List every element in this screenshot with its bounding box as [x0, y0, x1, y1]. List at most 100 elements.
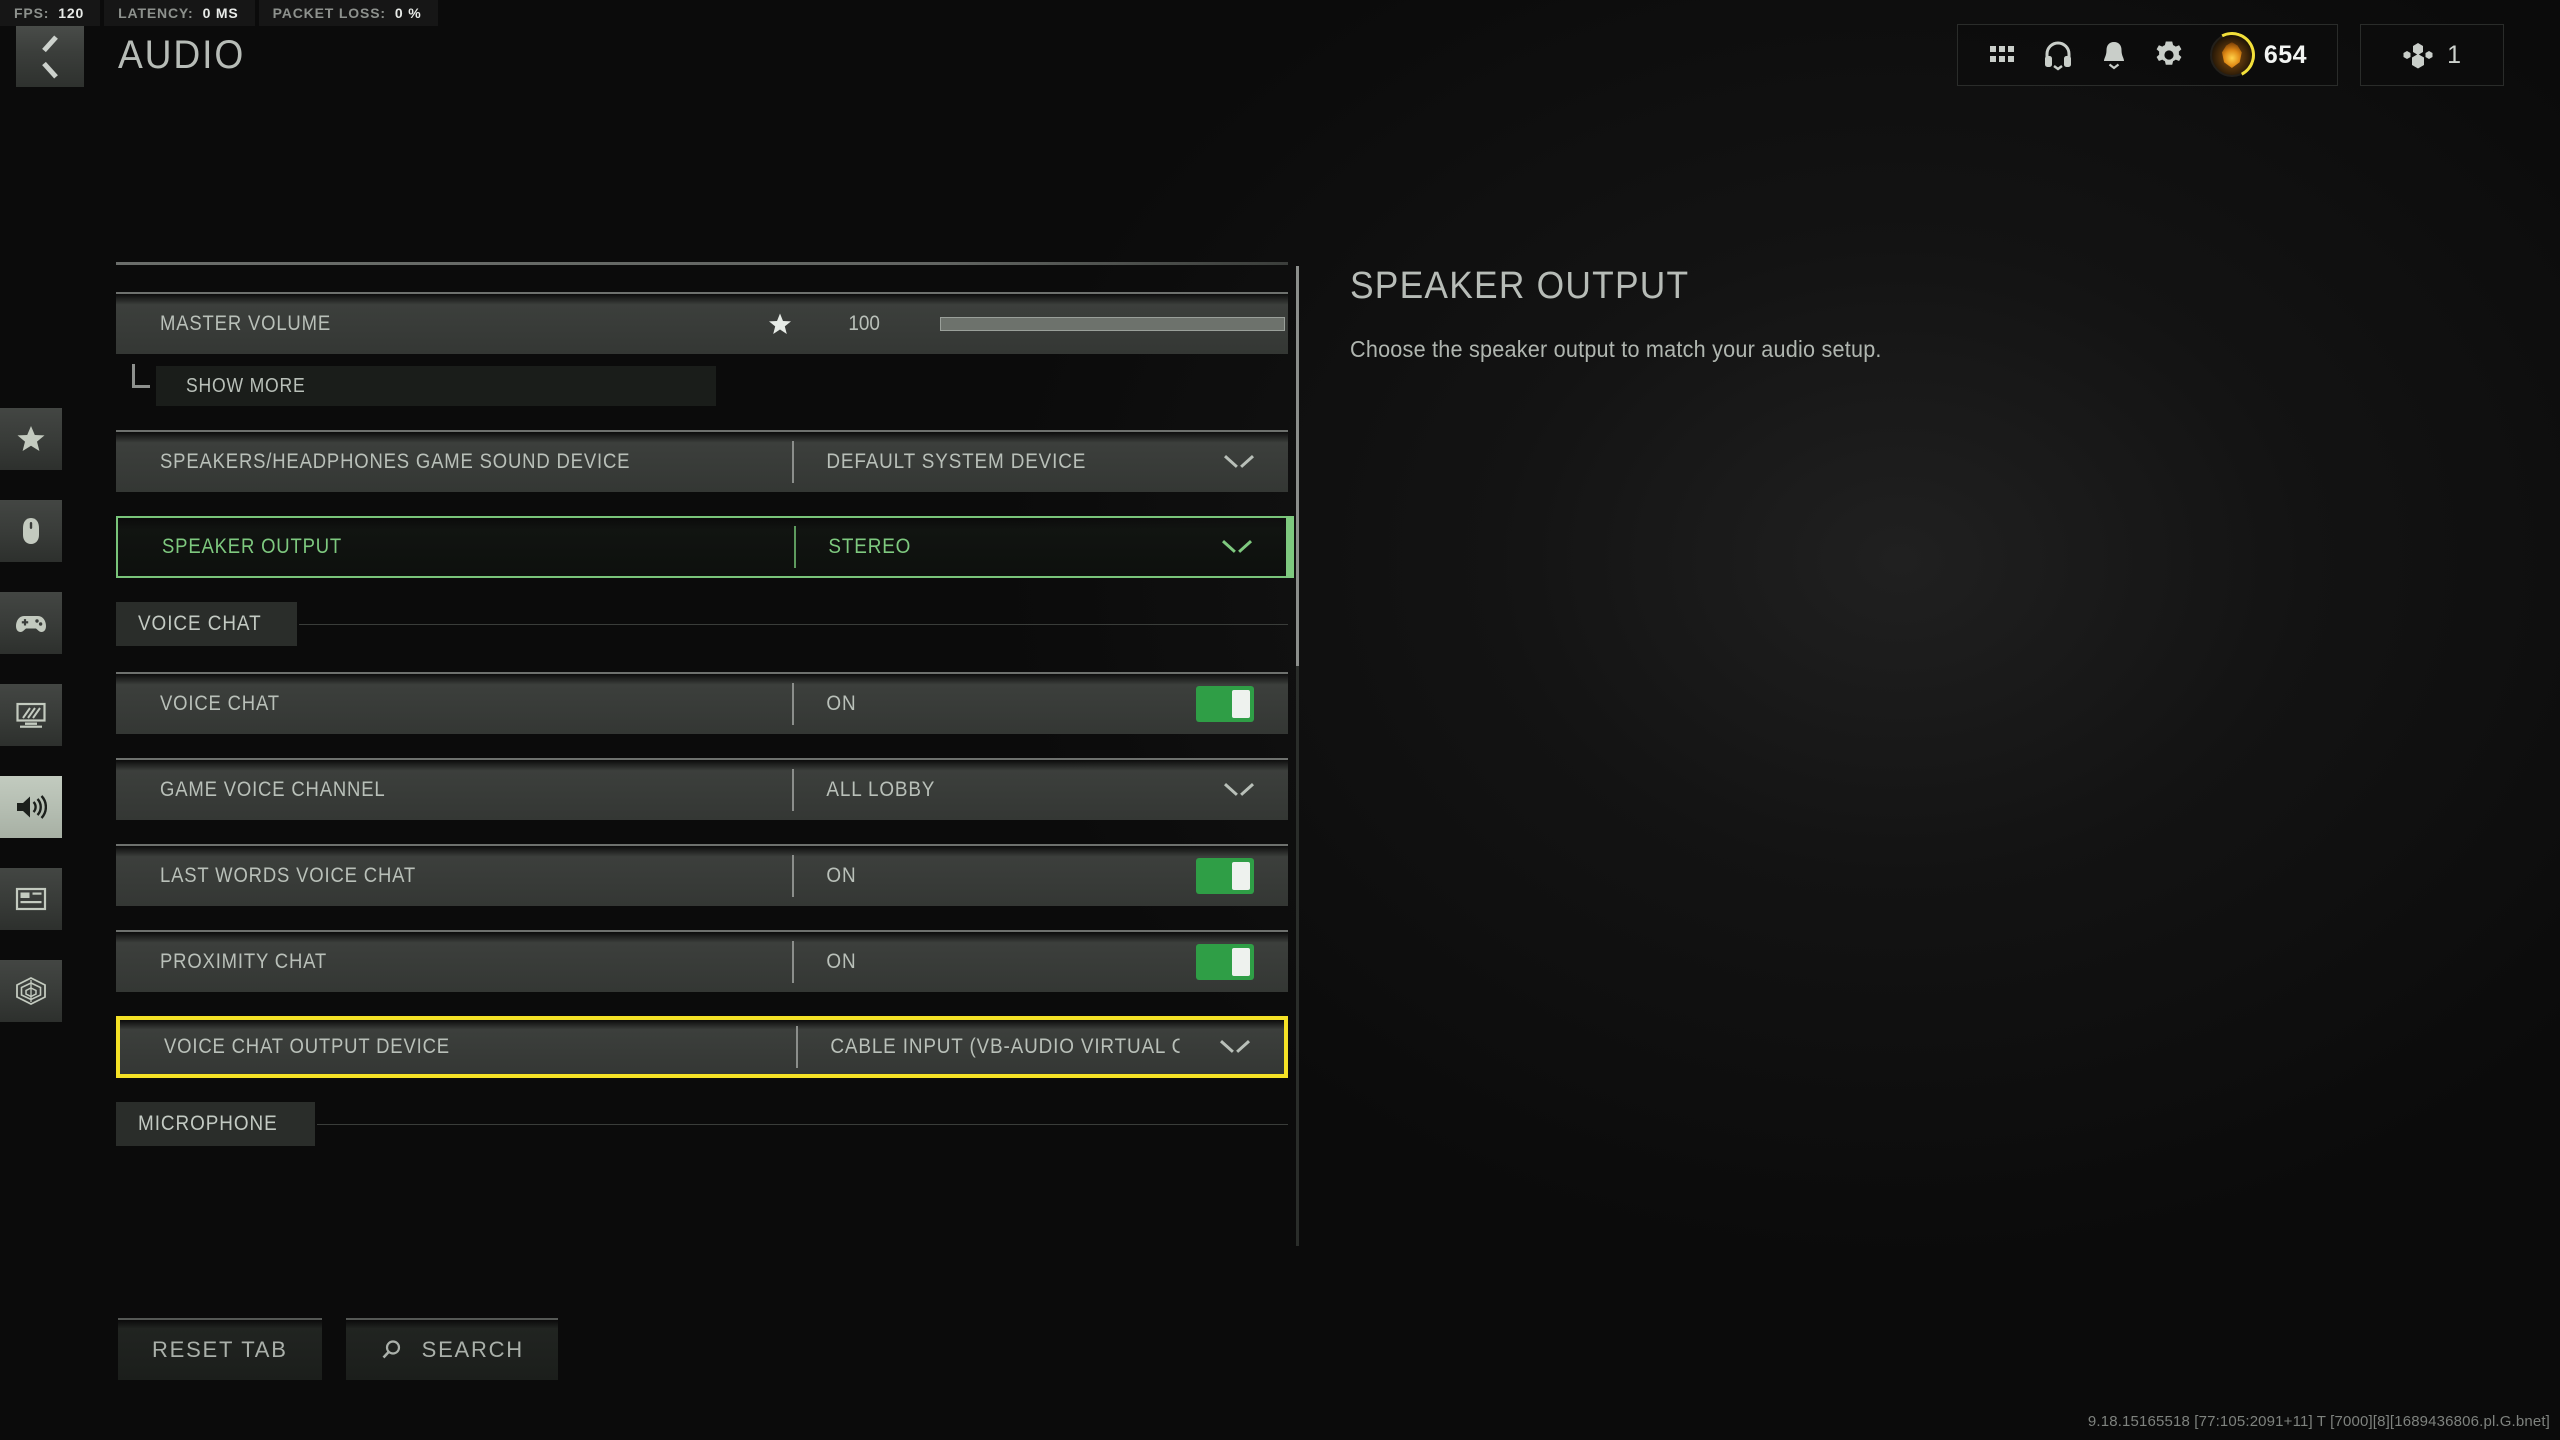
- tree-elbow-connector: [132, 364, 150, 388]
- monitor-icon: [16, 702, 46, 728]
- slider-track[interactable]: [940, 317, 1285, 331]
- page-title: AUDIO: [118, 32, 246, 77]
- chevron-down-icon[interactable]: [1226, 455, 1252, 470]
- reset-tab-label: RESET TAB: [152, 1337, 288, 1362]
- perf-value-packet-loss: 0 %: [394, 5, 422, 21]
- sidebar-item-accessibility[interactable]: [0, 960, 62, 1022]
- grid-icon[interactable]: [1988, 41, 2016, 69]
- setting-label: GAME VOICE CHANNEL: [160, 778, 386, 801]
- mouse-icon: [23, 518, 39, 544]
- header-right-cluster: 654 1: [1956, 24, 2504, 86]
- chevron-down-icon[interactable]: [1222, 1040, 1248, 1055]
- setting-row-master-volume[interactable]: MASTER VOLUME 100: [116, 292, 1288, 354]
- setting-value: ON: [794, 864, 1156, 888]
- section-header-voice-chat: VOICE CHAT: [116, 602, 1288, 646]
- setting-label: SPEAKERS/HEADPHONES GAME SOUND DEVICE: [160, 450, 631, 473]
- perf-label-fps: FPS:: [14, 5, 50, 21]
- setting-value-text: STEREO: [828, 535, 912, 558]
- rank-level-value: 654: [2263, 40, 2308, 69]
- chevron-down-icon[interactable]: [1226, 783, 1252, 798]
- show-more-button[interactable]: SHOW MORE: [156, 366, 716, 406]
- speaker-icon: [17, 795, 47, 819]
- headphones-icon[interactable]: [2042, 39, 2074, 71]
- setting-label: LAST WORDS VOICE CHAT: [160, 864, 417, 887]
- slider-fill: [941, 318, 1284, 330]
- chevron-down-icon[interactable]: [1224, 540, 1250, 555]
- bell-icon[interactable]: [2100, 40, 2128, 70]
- master-volume-slider[interactable]: [940, 317, 1301, 331]
- radar-icon: [16, 976, 46, 1006]
- detail-description: Choose the speaker output to match your …: [1350, 336, 1882, 362]
- search-label: SEARCH: [421, 1337, 524, 1362]
- sidebar-item-audio[interactable]: [0, 776, 62, 838]
- setting-row-speaker-output[interactable]: SPEAKER OUTPUT STEREO: [116, 516, 1294, 578]
- setting-label: MASTER VOLUME: [160, 312, 331, 335]
- favorite-star-icon[interactable]: [768, 312, 792, 336]
- back-button[interactable]: [16, 23, 84, 87]
- setting-row-voice-chat-output-device[interactable]: VOICE CHAT OUTPUT DEVICE CABLE INPUT (VB…: [116, 1016, 1288, 1078]
- section-header-microphone: MICROPHONE: [116, 1102, 1288, 1146]
- reset-tab-button[interactable]: RESET TAB: [118, 1318, 322, 1380]
- category-sidebar: [0, 408, 62, 1022]
- setting-label: PROXIMITY CHAT: [160, 950, 328, 973]
- section-label: MICROPHONE: [138, 1112, 278, 1135]
- setting-value-text: ON: [826, 864, 857, 887]
- detail-panel: SPEAKER OUTPUT Choose the speaker output…: [1350, 265, 2250, 363]
- show-more-row: SHOW MORE: [116, 364, 1288, 406]
- sidebar-item-interface[interactable]: [0, 868, 62, 930]
- star-icon: [17, 426, 45, 451]
- toggle-switch[interactable]: [1196, 944, 1254, 980]
- setting-row-game-sound-device[interactable]: SPEAKERS/HEADPHONES GAME SOUND DEVICE DE…: [116, 430, 1288, 492]
- rank-glyph: [2221, 42, 2242, 68]
- sidebar-item-controller[interactable]: [0, 592, 62, 654]
- detail-title: SPEAKER OUTPUT: [1350, 265, 1690, 307]
- sidebar-item-graphics[interactable]: [0, 684, 62, 746]
- settings-scrollbar-thumb[interactable]: [1296, 266, 1299, 666]
- toggle-knob: [1232, 690, 1250, 718]
- audio-settings-screen: FPS: 120 LATENCY: 0 MS PACKET LOSS: 0 % …: [0, 0, 2560, 1440]
- setting-row-game-voice-channel[interactable]: GAME VOICE CHANNEL ALL LOBBY: [116, 758, 1288, 820]
- setting-value-text: ON: [826, 692, 857, 715]
- setting-value: STEREO: [796, 535, 1181, 559]
- section-chip: VOICE CHAT: [116, 602, 298, 646]
- toggle-switch[interactable]: [1196, 858, 1254, 894]
- setting-label: VOICE CHAT: [160, 692, 280, 715]
- settings-scrollbar-track[interactable]: [1296, 266, 1299, 1246]
- section-label: VOICE CHAT: [138, 612, 262, 635]
- setting-value: ALL LOBBY: [794, 778, 1183, 802]
- perf-value-fps: 120: [58, 5, 85, 21]
- toggle-knob: [1232, 948, 1250, 976]
- settings-list: MASTER VOLUME 100 SHOW MORE SPEAKERS/HEA…: [116, 262, 1294, 1172]
- setting-value: CABLE INPUT (VB-AUDIO VIRTUAL CABI: [798, 1035, 1179, 1059]
- sidebar-item-mouse-keyboard[interactable]: [0, 500, 62, 562]
- header-icon-group: 654: [1956, 24, 2339, 86]
- master-volume-value: 100: [848, 312, 880, 335]
- toggle-switch[interactable]: [1196, 686, 1254, 722]
- page-header: AUDIO 654 1: [0, 22, 2560, 88]
- perf-chip-latency: LATENCY: 0 MS: [104, 0, 255, 26]
- party-count-value: 1: [2447, 40, 2461, 69]
- rank-badge[interactable]: 654: [2209, 33, 2308, 77]
- gear-icon[interactable]: [2154, 40, 2184, 70]
- show-more-label: SHOW MORE: [186, 374, 306, 397]
- setting-row-last-words-voice-chat[interactable]: LAST WORDS VOICE CHAT ON: [116, 844, 1288, 906]
- selection-accent-bar: [1286, 516, 1294, 578]
- setting-value: ON: [794, 692, 1156, 716]
- bottom-action-bar: RESET TAB SEARCH: [118, 1318, 558, 1380]
- performance-bar: FPS: 120 LATENCY: 0 MS PACKET LOSS: 0 %: [0, 0, 438, 26]
- perf-label-latency: LATENCY:: [118, 5, 194, 21]
- sidebar-item-favorites[interactable]: [0, 408, 62, 470]
- setting-value-text: ALL LOBBY: [826, 778, 936, 801]
- perf-value-latency: 0 MS: [202, 5, 239, 21]
- setting-row-proximity-chat[interactable]: PROXIMITY CHAT ON: [116, 930, 1288, 992]
- settings-top-divider: [116, 262, 1288, 265]
- party-button[interactable]: 1: [2360, 24, 2504, 86]
- section-chip: MICROPHONE: [116, 1102, 316, 1146]
- setting-value: ON: [794, 950, 1156, 974]
- setting-row-voice-chat[interactable]: VOICE CHAT ON: [116, 672, 1288, 734]
- build-version-text: 9.18.15165518 [77:105:2091+11] T [7000][…: [2087, 1413, 2550, 1430]
- setting-value-text: DEFAULT SYSTEM DEVICE: [826, 450, 1087, 473]
- setting-value-text: ON: [826, 950, 857, 973]
- search-button[interactable]: SEARCH: [345, 1318, 558, 1380]
- setting-value-text: CABLE INPUT (VB-AUDIO VIRTUAL CABI: [830, 1035, 1179, 1058]
